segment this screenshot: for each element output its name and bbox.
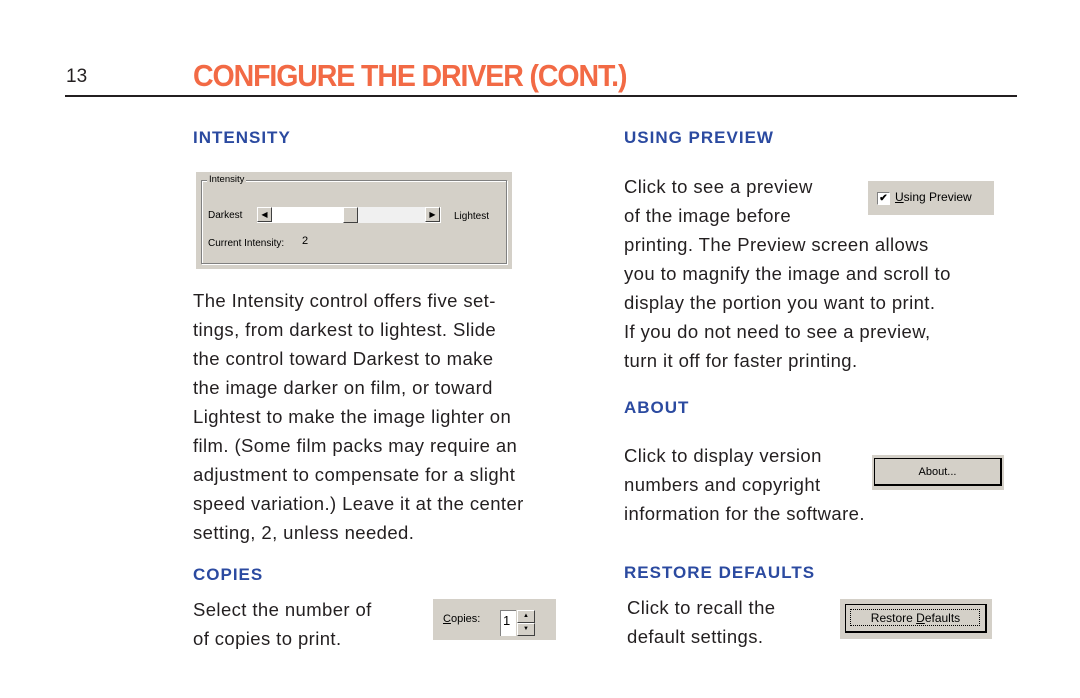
lightest-label: Lightest <box>454 211 490 222</box>
text-line: setting, 2, unless needed. <box>193 522 415 543</box>
arrow-left-icon: ◀ <box>261 209 268 219</box>
text-line: The Intensity control offers five set- <box>193 290 496 311</box>
about-widget-screenshot: About... <box>872 455 1004 490</box>
copies-label: Copies: <box>443 613 481 625</box>
scroll-left-button[interactable]: ◀ <box>257 207 272 222</box>
text-line: speed variation.) Leave it at the center <box>193 493 524 514</box>
current-intensity-value: 2 <box>302 235 309 247</box>
about-description: information for the software. <box>624 499 865 528</box>
slider-track-right[interactable] <box>358 207 425 223</box>
using-preview-label: Using Preview <box>895 190 972 204</box>
text-line: of the image before <box>624 205 792 226</box>
text-line: film. (Some film packs may require an <box>193 435 518 456</box>
text-line: display the portion you want to print. <box>624 292 936 313</box>
darkest-label: Darkest <box>208 210 243 221</box>
text-line: Click to recall the <box>627 597 776 618</box>
text-line: Click to see a preview <box>624 176 813 197</box>
intensity-group-label: Intensity <box>207 174 247 185</box>
text-line: Lightest to make the image lighter on <box>193 406 512 427</box>
using-preview-widget-screenshot: ✔ Using Preview <box>868 181 994 215</box>
using-preview-heading: USING PREVIEW <box>624 128 774 147</box>
restore-defaults-description: Click to recall the default settings. <box>627 593 775 651</box>
using-preview-description-short: Click to see a preview of the image befo… <box>624 172 813 230</box>
text-line: of copies to print. <box>193 628 342 649</box>
text-line: the control toward Darkest to make <box>193 348 494 369</box>
intensity-heading: INTENSITY <box>193 128 291 147</box>
copies-input[interactable]: 1 <box>500 610 516 636</box>
text-line: the image darker on film, or toward <box>193 377 493 398</box>
text-line: If you do not need to see a preview, <box>624 321 931 342</box>
using-preview-description: printing. The Preview screen allows you … <box>624 230 951 375</box>
about-description-short: Click to display version numbers and cop… <box>624 441 822 499</box>
arrow-down-icon: ▼ <box>523 626 529 632</box>
text-line: numbers and copyright <box>624 474 821 495</box>
restore-defaults-button[interactable]: Restore Defaults <box>845 604 987 633</box>
text-line: adjustment to compensate for a slight <box>193 464 516 485</box>
text-line: information for the software. <box>624 503 865 524</box>
copies-increment-button[interactable]: ▲ <box>517 610 535 623</box>
intensity-slider[interactable]: ◀ ▶ <box>257 207 441 223</box>
intensity-description: The Intensity control offers five set- t… <box>193 286 524 547</box>
text-line: default settings. <box>627 626 764 647</box>
text-line: you to magnify the image and scroll to <box>624 263 951 284</box>
text-line: Click to display version <box>624 445 822 466</box>
restore-defaults-widget-screenshot: Restore Defaults <box>840 599 992 639</box>
copies-heading: COPIES <box>193 565 264 584</box>
scroll-right-button[interactable]: ▶ <box>425 207 440 222</box>
copies-decrement-button[interactable]: ▼ <box>517 623 535 636</box>
page-title: CONFIGURE THE DRIVER (CONT.) <box>193 58 627 93</box>
text-line: turn it off for faster printing. <box>624 350 858 371</box>
header-rule <box>65 95 1017 97</box>
copies-description: Select the number of of copies to print. <box>193 595 372 653</box>
about-button[interactable]: About... <box>874 458 1002 486</box>
current-intensity-label: Current Intensity: <box>208 238 285 249</box>
arrow-up-icon: ▲ <box>523 613 529 619</box>
slider-thumb[interactable] <box>343 207 358 223</box>
intensity-dialog-screenshot: Intensity Darkest ◀ ▶ Lightest Current I… <box>196 172 512 269</box>
text-line: Select the number of <box>193 599 372 620</box>
checkmark-icon: ✔ <box>879 193 888 204</box>
page-number: 13 <box>66 66 88 87</box>
using-preview-checkbox[interactable]: ✔ <box>877 192 890 205</box>
copies-widget-screenshot: Copies: 1 ▲ ▼ <box>433 599 556 640</box>
focus-indicator <box>850 609 980 626</box>
restore-defaults-heading: RESTORE DEFAULTS <box>624 563 816 582</box>
arrow-right-icon: ▶ <box>429 209 436 219</box>
about-heading: ABOUT <box>624 398 690 417</box>
text-line: tings, from darkest to lightest. Slide <box>193 319 497 340</box>
text-line: printing. The Preview screen allows <box>624 234 929 255</box>
